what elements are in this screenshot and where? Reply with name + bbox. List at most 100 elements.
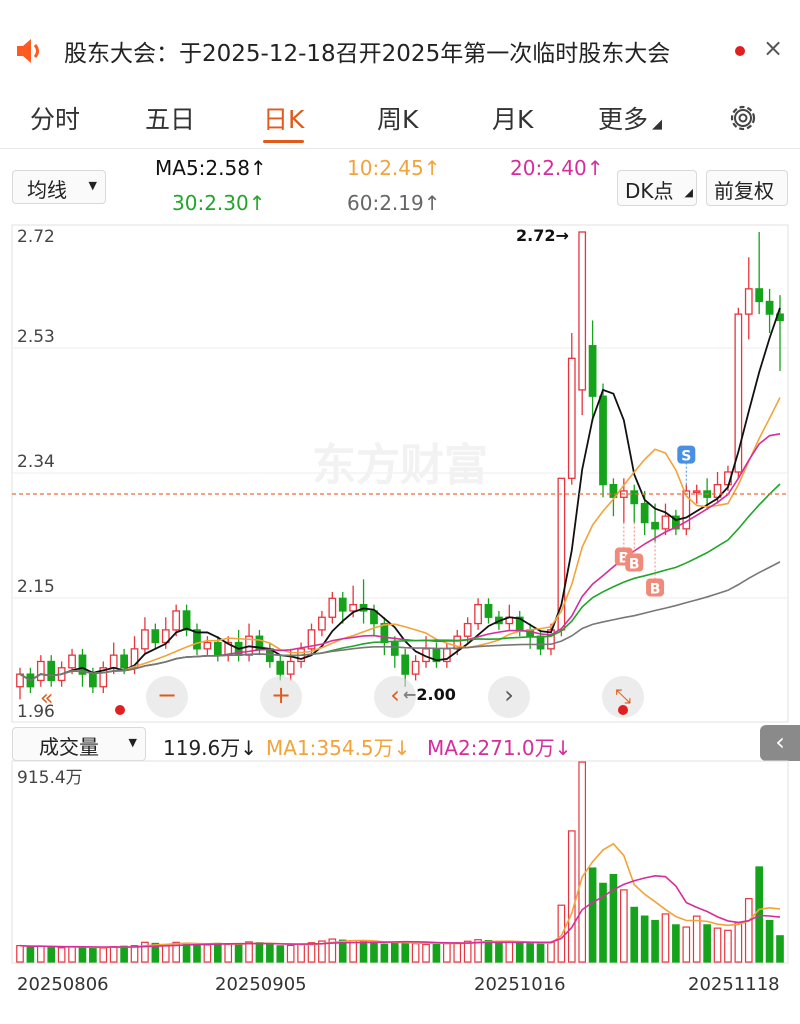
- candle: [359, 579, 368, 624]
- volume-bar: [713, 927, 722, 963]
- prev-button[interactable]: ‹: [374, 676, 416, 718]
- volume-bar: [120, 945, 128, 963]
- x-tick: 20251118: [688, 974, 780, 995]
- volume-bar: [765, 919, 774, 963]
- gear-icon[interactable]: [727, 102, 759, 134]
- tab-five-day[interactable]: 五日: [145, 100, 195, 136]
- candle: [776, 295, 784, 371]
- dk-point-button[interactable]: DK点 ◢: [617, 170, 697, 206]
- volume-bar: [255, 942, 264, 963]
- volume-bar: [276, 945, 285, 963]
- candle: [193, 623, 201, 656]
- volume-bar: [89, 946, 97, 963]
- volume-bar: [380, 943, 389, 963]
- volume-bar: [515, 942, 524, 963]
- volume-bar: [505, 941, 514, 963]
- notice-text: 股东大会：于2025-12-18召开2025年第一次临时股东大会: [64, 41, 671, 67]
- zoom-in-button[interactable]: +: [260, 676, 302, 718]
- kline-chart[interactable]: 东方财富 SB BB 2.72→ ←2.00: [0, 222, 800, 724]
- collapse-panel-button[interactable]: ‹: [760, 725, 800, 761]
- candle-body: [349, 603, 358, 612]
- candle: [151, 623, 160, 649]
- candle: [224, 636, 233, 662]
- tab-monthly-k[interactable]: 月K: [492, 100, 533, 136]
- dropdown-icon: ▼: [88, 179, 97, 192]
- volume-bar: [692, 915, 701, 963]
- volume-bar: [286, 944, 295, 963]
- volume-bar: [78, 946, 87, 963]
- candle: [182, 604, 191, 637]
- candle: [599, 383, 607, 498]
- volume-bar: [755, 866, 764, 963]
- volume-bar: [526, 943, 534, 963]
- chevron-left-icon: ‹: [390, 681, 400, 709]
- candle-body: [484, 603, 493, 618]
- tab-more-label: 更多: [598, 105, 649, 134]
- candle: [47, 655, 56, 687]
- candle: [36, 655, 45, 687]
- volume-bar: [266, 943, 274, 963]
- volume-ma1: MA1:354.5万↓: [266, 736, 411, 760]
- candle-body: [120, 654, 128, 669]
- candle: [16, 667, 24, 700]
- scroll-left-icon[interactable]: «: [40, 686, 53, 711]
- adjust-button[interactable]: 前复权: [706, 170, 788, 206]
- candle-body: [588, 345, 597, 397]
- tab-weekly-k[interactable]: 周K: [377, 100, 418, 136]
- candle: [432, 642, 441, 668]
- candle: [99, 661, 108, 694]
- chevron-right-icon: ›: [504, 681, 514, 709]
- candle-body: [88, 673, 97, 688]
- volume-select[interactable]: 成交量 ▼: [12, 727, 146, 761]
- candle: [318, 610, 326, 637]
- high-annotation: 2.72→: [516, 226, 569, 245]
- candle-body: [203, 641, 212, 650]
- volume-bar: [349, 939, 357, 963]
- candle: [109, 642, 118, 675]
- candle: [234, 629, 243, 662]
- volume-bar: [36, 945, 45, 963]
- close-icon[interactable]: ×: [763, 34, 783, 62]
- candle-body: [370, 610, 378, 625]
- minus-icon: −: [156, 681, 178, 709]
- volume-bar: [724, 929, 732, 963]
- volume-bar: [567, 830, 576, 963]
- candle-body: [36, 660, 45, 682]
- candle-body: [328, 597, 337, 618]
- volume-bar: [224, 943, 233, 963]
- volume-bar: [234, 943, 243, 963]
- notice-bar[interactable]: 股东大会：于2025-12-18召开2025年第一次临时股东大会 ×: [0, 18, 800, 84]
- candle: [442, 642, 451, 668]
- next-button[interactable]: ›: [488, 676, 530, 718]
- signal-label: S: [681, 449, 691, 465]
- volume-bar: [432, 942, 441, 963]
- candle-body: [411, 660, 420, 675]
- caret-icon: ◢: [652, 117, 663, 132]
- candle-body: [182, 610, 191, 631]
- candle-body: [318, 616, 326, 631]
- candle-body: [536, 635, 545, 650]
- candle-body: [276, 660, 285, 675]
- candle: [755, 232, 764, 315]
- notice-unread-dot: [735, 46, 745, 56]
- volume-bar: [536, 943, 545, 963]
- tab-more[interactable]: 更多 ◢: [598, 100, 662, 136]
- volume-bar: [130, 945, 139, 963]
- indicator-select[interactable]: 均线 ▼: [12, 170, 106, 204]
- zoom-out-button[interactable]: −: [146, 676, 188, 718]
- candle-body: [651, 521, 659, 530]
- tab-intraday[interactable]: 分时: [30, 100, 80, 136]
- tab-daily-k[interactable]: 日K: [263, 100, 305, 143]
- x-tick: 20250806: [17, 974, 109, 995]
- candle: [484, 598, 493, 624]
- volume-bar: [401, 941, 410, 963]
- candle: [255, 629, 264, 656]
- candle-body: [109, 654, 118, 669]
- candle: [672, 509, 680, 536]
- watermark: 东方财富: [312, 440, 488, 491]
- volume-bar: [390, 941, 399, 963]
- volume-bar: [703, 924, 711, 963]
- volume-bar: [672, 924, 680, 963]
- candle-body: [380, 622, 389, 644]
- candle-body: [744, 288, 753, 315]
